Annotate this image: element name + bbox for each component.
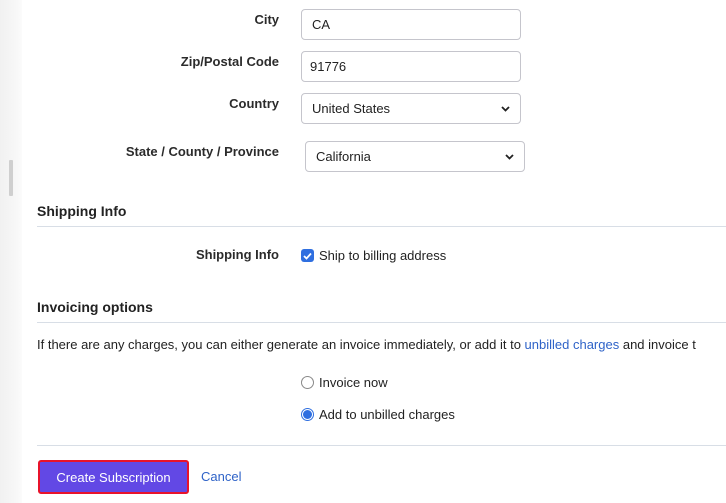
- city-label: City: [254, 12, 279, 27]
- invoicing-divider: [37, 322, 726, 323]
- resize-handle[interactable]: [9, 160, 13, 196]
- state-select[interactable]: California: [305, 141, 525, 172]
- invoicing-description-tail: and invoice t: [619, 337, 696, 352]
- invoice-now-label: Invoice now: [319, 375, 388, 390]
- chevron-down-icon: [504, 152, 514, 162]
- country-select-value: United States: [312, 101, 391, 116]
- add-to-unbilled-label: Add to unbilled charges: [319, 407, 455, 422]
- country-label: Country: [229, 96, 279, 111]
- create-subscription-button[interactable]: Create Subscription: [38, 460, 189, 494]
- ship-to-billing-row[interactable]: Ship to billing address: [301, 248, 446, 263]
- state-select-value: California: [316, 149, 371, 164]
- add-to-unbilled-radio[interactable]: [301, 408, 314, 421]
- unbilled-charges-link[interactable]: unbilled charges: [525, 337, 620, 352]
- chevron-down-icon: [500, 104, 510, 114]
- actions-divider: [37, 445, 726, 446]
- invoicing-section-title: Invoicing options: [37, 299, 153, 315]
- checkmark-icon: [303, 252, 312, 260]
- ship-to-billing-checkbox[interactable]: [301, 249, 314, 262]
- shipping-section-title: Shipping Info: [37, 203, 127, 219]
- state-label: State / County / Province: [125, 144, 279, 159]
- invoice-now-radio[interactable]: [301, 376, 314, 389]
- shipping-divider: [37, 226, 726, 227]
- radio-selected-dot: [303, 410, 312, 419]
- country-select[interactable]: United States: [301, 93, 521, 124]
- shipping-field-label: Shipping Info: [195, 247, 279, 262]
- left-gutter: [0, 0, 22, 503]
- zip-input[interactable]: [301, 51, 521, 82]
- invoicing-description: If there are any charges, you can either…: [37, 337, 696, 352]
- zip-label: Zip/Postal Code: [180, 54, 279, 69]
- invoicing-description-text: If there are any charges, you can either…: [37, 337, 525, 352]
- cancel-link[interactable]: Cancel: [201, 469, 241, 484]
- invoice-now-option[interactable]: Invoice now: [301, 375, 388, 390]
- ship-to-billing-label: Ship to billing address: [319, 248, 447, 263]
- add-to-unbilled-option[interactable]: Add to unbilled charges: [301, 407, 455, 422]
- city-input[interactable]: [301, 9, 521, 40]
